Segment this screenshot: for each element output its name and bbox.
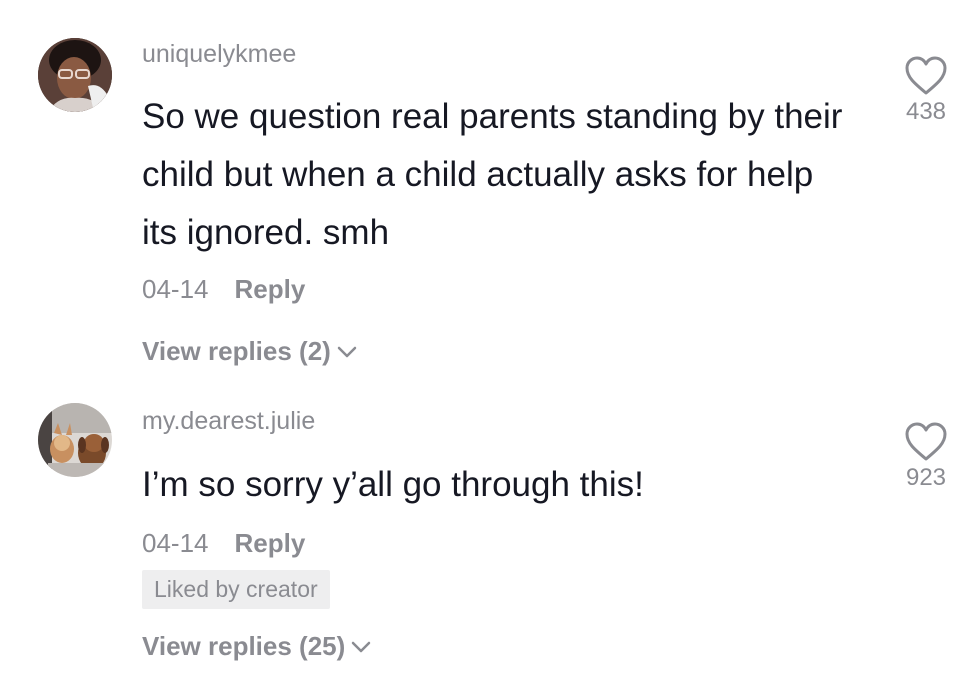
avatar[interactable] <box>38 38 112 112</box>
comment-date: 04-14 <box>142 528 209 558</box>
comment-date: 04-14 <box>142 274 209 304</box>
like-count: 438 <box>905 98 947 125</box>
comment-username[interactable]: my.dearest.julie <box>142 407 315 436</box>
like-section: 438 <box>890 56 962 126</box>
comment-text: So we question real parents standing by … <box>142 97 843 252</box>
avatar-image <box>38 403 112 477</box>
avatar[interactable] <box>38 403 112 477</box>
comment-meta: 04-14 Reply <box>142 528 305 559</box>
view-replies-button[interactable]: View replies (25) <box>142 631 373 662</box>
heart-outline-icon[interactable] <box>904 422 948 462</box>
like-section: 923 <box>890 422 962 492</box>
like-count: 923 <box>905 464 947 491</box>
view-replies-button[interactable]: View replies (2) <box>142 336 359 367</box>
heart-outline-icon[interactable] <box>904 56 948 96</box>
chevron-down-icon <box>337 346 357 357</box>
comment-meta: 04-14 Reply <box>142 274 305 305</box>
comment-text: I’m so sorry y’all go through this! <box>142 465 644 504</box>
liked-by-creator-badge: Liked by creator <box>142 570 330 609</box>
comment-username[interactable]: uniquelykmee <box>142 40 296 69</box>
reply-button[interactable]: Reply <box>235 528 306 558</box>
view-replies-label: View replies (2) <box>142 336 331 366</box>
avatar-image <box>38 38 112 112</box>
reply-button[interactable]: Reply <box>235 274 306 304</box>
view-replies-label: View replies (25) <box>142 631 346 661</box>
chevron-down-icon <box>352 641 371 652</box>
